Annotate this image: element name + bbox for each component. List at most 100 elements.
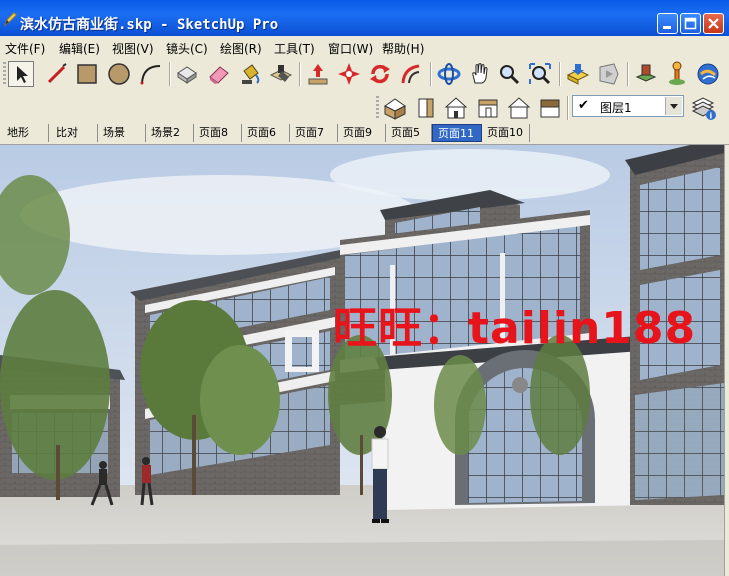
layer-manager-button[interactable]: i [690,95,716,121]
google-earth-button[interactable] [695,61,721,87]
get-models-icon [566,64,590,85]
menu-edit[interactable]: 编辑(E) [59,40,100,57]
rectangle-tool-button[interactable] [74,61,100,87]
zoom-extents-icon [529,63,551,85]
zoom-icon [500,65,520,85]
arc-icon [140,65,161,85]
zoom-extents-button[interactable] [527,61,553,87]
eraser-icon [209,66,229,84]
follow-me-icon [338,63,360,85]
move-icon [308,64,328,85]
maximize-button[interactable] [680,13,701,34]
dropdown-arrow-button[interactable] [665,97,682,115]
chevron-down-icon [670,104,678,109]
back-view-button[interactable] [506,95,532,121]
scene-tab[interactable]: 页面10 [482,124,530,142]
eraser-tool-button[interactable] [206,61,232,87]
place-model-icon [635,64,657,82]
views-toolbar: ✔ 图层1 i [0,92,729,122]
window-title: 滨水仿古商业街.skp - SketchUp Pro [20,17,279,33]
views-toolbar-grip[interactable] [376,96,379,120]
layer-dropdown[interactable]: ✔ 图层1 [572,95,684,117]
get-models-button[interactable] [565,61,591,87]
toolbar-grip[interactable] [3,62,6,86]
menu-help[interactable]: 帮助(H) [382,40,424,57]
rendered-scene [0,145,724,576]
watermark-text: 旺旺：tailin188 [333,303,697,354]
place-model-button[interactable] [633,61,659,87]
orbit-tool-button[interactable] [436,61,462,87]
minimize-icon [663,26,671,29]
scene-tab[interactable]: 页面9 [338,124,386,142]
right-view-button[interactable] [475,95,501,121]
arc-tool-button[interactable] [138,61,164,87]
scene-tab[interactable]: 页面8 [194,124,242,142]
top-view-button[interactable] [413,95,439,121]
sketchup-pen-icon [4,12,17,26]
layer-manager-icon: i [691,97,716,121]
menu-bar: 文件(F) 编辑(E) 视图(V) 镜头(C) 绘图(R) 工具(T) 窗口(W… [0,36,729,59]
scene-tab[interactable]: 页面6 [242,124,290,142]
main-toolbar [0,58,729,92]
offset-icon [401,64,420,84]
back-view-icon [507,97,531,119]
minimize-button[interactable] [657,13,678,34]
add-location-icon [669,61,685,85]
zoom-tool-button[interactable] [496,61,522,87]
rotate-icon [370,64,390,84]
scale-tool-button[interactable] [336,61,362,87]
select-tool-button[interactable] [8,61,34,87]
line-tool-button[interactable] [44,61,70,87]
title-bar: 滨水仿古商业街.skp - SketchUp Pro [0,0,729,36]
maximize-icon [684,17,697,30]
menu-view[interactable]: 视图(V) [112,40,154,57]
orbit-icon [437,63,461,85]
model-viewport[interactable]: 旺旺：tailin188 [0,145,724,576]
left-view-button[interactable] [537,95,563,121]
iso-view-button[interactable] [382,95,408,121]
circle-icon [108,63,130,85]
menu-window[interactable]: 窗口(W) [328,40,373,57]
rectangle-icon [77,64,97,84]
menu-camera[interactable]: 镜头(C) [166,40,208,57]
offset-tool-button[interactable] [398,61,424,87]
add-location-button[interactable] [664,61,690,87]
right-view-icon [478,99,498,118]
make-component-button[interactable] [174,61,200,87]
paint-bucket-icon [242,64,260,84]
push-pull-icon [269,65,293,82]
close-icon [708,18,719,29]
pencil-line-icon [47,63,67,84]
svg-text:i: i [710,112,713,121]
menu-tools[interactable]: 工具(T) [274,40,315,57]
move-tool-button[interactable] [305,61,331,87]
rotate-tool-button[interactable] [367,61,393,87]
scene-tab[interactable]: 场景2 [146,124,194,142]
scene-tab[interactable]: 地形 [2,124,49,142]
scene-tab-active[interactable]: 页面11 [432,124,482,142]
menu-draw[interactable]: 绘图(R) [220,40,262,57]
scene-tab[interactable]: 比对 [51,124,98,142]
iso-view-icon [384,98,406,120]
google-earth-icon [697,63,719,85]
push-pull-button[interactable] [268,61,294,87]
layer-visible-check: ✔ [578,98,589,113]
left-view-icon [540,99,560,118]
make-component-icon [177,66,197,84]
paint-bucket-button[interactable] [238,61,264,87]
front-view-button[interactable] [443,95,469,121]
scene-tab[interactable]: 页面5 [386,124,432,142]
front-view-icon [444,97,468,119]
scene-tabs-bar: 地形 比对 场景 场景2 页面8 页面6 页面7 页面9 页面5 页面11 页面… [0,122,729,145]
share-model-button[interactable] [596,61,622,87]
scene-tab[interactable]: 场景 [98,124,146,142]
scene-tab[interactable]: 页面7 [290,124,338,142]
circle-tool-button[interactable] [106,61,132,87]
close-button[interactable] [703,13,724,34]
pan-tool-button[interactable] [467,61,493,87]
current-layer-name: 图层1 [600,101,632,115]
menu-file[interactable]: 文件(F) [5,40,45,57]
share-model-icon [599,63,619,85]
select-arrow-icon [17,66,28,83]
top-view-icon [418,98,434,118]
